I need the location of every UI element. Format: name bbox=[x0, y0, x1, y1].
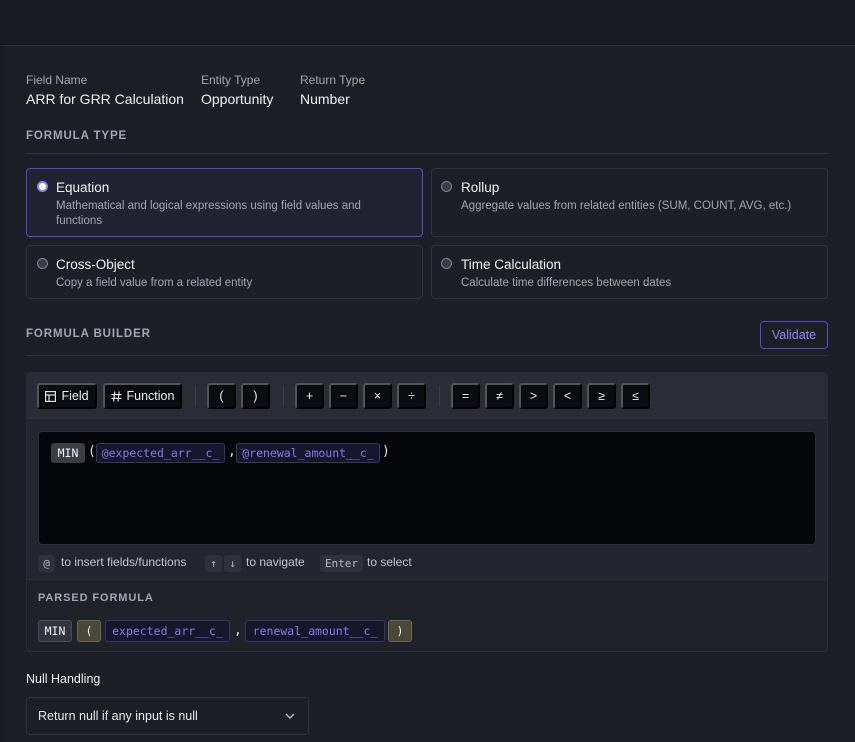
formula-type-rollup[interactable]: Rollup Aggregate values from related ent… bbox=[431, 168, 828, 237]
close-paren-button[interactable]: ) bbox=[241, 383, 270, 409]
chevron-down-icon bbox=[285, 713, 295, 719]
insert-field-button[interactable]: Field bbox=[37, 383, 97, 409]
hash-icon bbox=[111, 390, 122, 402]
down-arrow-key-icon: ↓ bbox=[224, 555, 241, 572]
up-arrow-key-icon: ↑ bbox=[205, 555, 222, 572]
cross-object-description: Copy a field value from a related entity bbox=[56, 277, 253, 289]
formula-type-equation[interactable]: Equation Mathematical and logical expres… bbox=[26, 168, 423, 237]
multiply-button[interactable]: × bbox=[363, 383, 392, 409]
top-bar bbox=[0, 0, 855, 46]
parsed-formula-title: PARSED FORMULA bbox=[38, 592, 154, 604]
entity-type-label: Entity Type bbox=[201, 73, 261, 87]
field-token-expected-arr[interactable]: @expected_arr__c_ bbox=[96, 443, 225, 463]
parsed-function-token: MIN bbox=[38, 620, 72, 642]
enter-key-hint: Enter bbox=[320, 555, 363, 572]
radio-cross-object[interactable] bbox=[37, 258, 48, 269]
close-paren-token: ) bbox=[382, 444, 390, 459]
formula-builder: Field Function ( ) + − × ÷ = ≠ > < ≥ ≤ M… bbox=[26, 372, 828, 652]
divider bbox=[26, 153, 828, 154]
time-calculation-description: Calculate time differences between dates bbox=[461, 277, 672, 289]
entity-type-value: Opportunity bbox=[201, 91, 274, 107]
function-token-min[interactable]: MIN bbox=[51, 443, 85, 463]
toolbar-separator bbox=[283, 385, 284, 407]
equals-button[interactable]: = bbox=[451, 383, 480, 409]
insert-function-button[interactable]: Function bbox=[103, 383, 182, 409]
open-paren-token: ( bbox=[88, 444, 96, 459]
formula-toolbar: Field Function ( ) + − × ÷ = ≠ > < ≥ ≤ bbox=[27, 373, 827, 419]
select-hint-text: to select bbox=[367, 555, 412, 569]
equation-title: Equation bbox=[56, 180, 110, 195]
divider bbox=[26, 355, 828, 356]
parsed-formula: PARSED FORMULA MIN ( expected_arr__c_ , … bbox=[27, 579, 827, 651]
insert-function-label: Function bbox=[126, 389, 175, 403]
plus-button[interactable]: + bbox=[295, 383, 324, 409]
minus-button[interactable]: − bbox=[329, 383, 358, 409]
greater-than-button[interactable]: > bbox=[519, 383, 548, 409]
formula-type-cross-object[interactable]: Cross-Object Copy a field value from a r… bbox=[26, 245, 423, 299]
validate-button[interactable]: Validate bbox=[760, 321, 828, 349]
parsed-comma: , bbox=[234, 623, 242, 638]
time-calculation-title: Time Calculation bbox=[461, 257, 562, 272]
null-handling-value: Return null if any input is null bbox=[38, 709, 198, 723]
parsed-open-paren: ( bbox=[77, 620, 101, 642]
insert-field-label: Field bbox=[61, 389, 89, 403]
radio-equation[interactable] bbox=[37, 181, 48, 192]
formula-input[interactable]: MIN ( @expected_arr__c_ , @renewal_amoun… bbox=[38, 431, 816, 545]
null-handling-select[interactable]: Return null if any input is null bbox=[26, 697, 309, 735]
divide-button[interactable]: ÷ bbox=[397, 383, 426, 409]
radio-time-calculation[interactable] bbox=[441, 258, 452, 269]
greater-or-equal-button[interactable]: ≥ bbox=[587, 383, 616, 409]
formula-type-title: FORMULA TYPE bbox=[26, 130, 128, 142]
equation-description-line1: Mathematical and logical expressions usi… bbox=[56, 200, 361, 212]
radio-rollup[interactable] bbox=[441, 181, 452, 192]
table-icon bbox=[45, 390, 57, 402]
comma-token: , bbox=[228, 444, 236, 459]
at-key-hint: @ bbox=[38, 555, 55, 572]
equation-description-line2: functions bbox=[56, 215, 103, 227]
parsed-field-renewal-amount: renewal_amount__c_ bbox=[245, 620, 385, 642]
open-paren-button[interactable]: ( bbox=[207, 383, 236, 409]
not-equals-button[interactable]: ≠ bbox=[485, 383, 514, 409]
formula-editor-panel: Field Name ARR for GRR Calculation Entit… bbox=[4, 46, 855, 742]
formula-type-time-calculation[interactable]: Time Calculation Calculate time differen… bbox=[431, 245, 828, 299]
parsed-field-expected-arr: expected_arr__c_ bbox=[105, 620, 230, 642]
rollup-description: Aggregate values from related entities (… bbox=[461, 200, 792, 212]
less-or-equal-button[interactable]: ≤ bbox=[621, 383, 650, 409]
at-hint-text: to insert fields/functions bbox=[61, 555, 187, 569]
field-name-value: ARR for GRR Calculation bbox=[26, 91, 184, 107]
field-name-label: Field Name bbox=[26, 73, 88, 87]
field-token-renewal-amount[interactable]: @renewal_amount__c_ bbox=[236, 443, 380, 463]
toolbar-separator bbox=[195, 385, 196, 407]
return-type-value: Number bbox=[300, 91, 350, 107]
less-than-button[interactable]: < bbox=[553, 383, 582, 409]
rollup-title: Rollup bbox=[461, 180, 500, 195]
return-type-label: Return Type bbox=[300, 73, 366, 87]
navigate-hint-text: to navigate bbox=[246, 555, 305, 569]
formula-builder-title: FORMULA BUILDER bbox=[26, 328, 151, 340]
toolbar-separator bbox=[439, 385, 440, 407]
null-handling-label: Null Handling bbox=[26, 672, 101, 686]
parsed-close-paren: ) bbox=[388, 620, 412, 642]
cross-object-title: Cross-Object bbox=[56, 257, 135, 272]
